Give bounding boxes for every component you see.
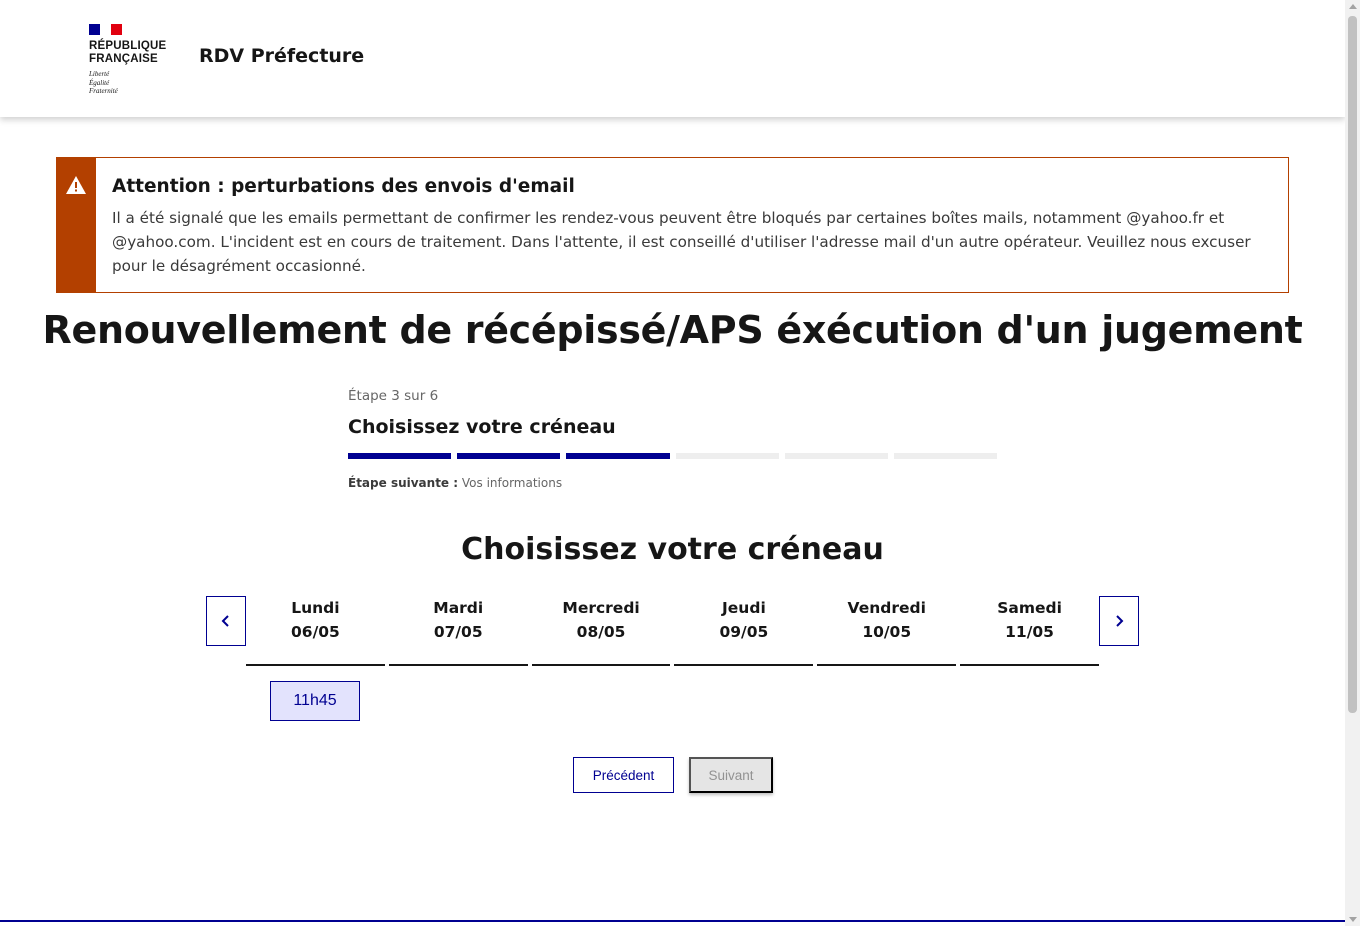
time-slot-button[interactable]: 11h45 — [270, 681, 360, 721]
alert-side-bar — [57, 158, 96, 292]
day-name: Vendredi — [847, 599, 926, 617]
vertical-scrollbar[interactable] — [1345, 0, 1360, 926]
day-column: Mardi 07/05 — [388, 598, 528, 666]
day-date: 07/05 — [433, 623, 483, 641]
site-header: RÉPUBLIQUE FRANÇAISE Liberté Égalité Fra… — [0, 0, 1345, 117]
scrollbar-thumb[interactable] — [1348, 16, 1357, 713]
alert-title: Attention : perturbations des envois d'e… — [112, 176, 575, 197]
day-name: Jeudi — [722, 599, 766, 617]
scroll-down-arrow-icon[interactable] — [1349, 917, 1357, 922]
stepper-progress — [348, 453, 998, 459]
warning-icon — [66, 176, 86, 194]
logo-francaise: FRANÇAISE — [89, 53, 158, 65]
stepper-segment — [675, 453, 779, 459]
alert-text: Il a été signalé que les emails permetta… — [112, 209, 1251, 275]
stepper-next-step: Étape suivante : Vos informations — [348, 476, 998, 490]
scroll-up-arrow-icon[interactable] — [1349, 4, 1357, 9]
day-name: Mercredi — [562, 599, 640, 617]
previous-week-button[interactable] — [206, 596, 246, 646]
stepper-next-label: Étape suivante : — [348, 476, 459, 490]
calendar-days: Lundi 06/05 Mardi 07/05 Mercredi 08/05 J… — [246, 598, 1099, 666]
next-week-button[interactable] — [1099, 596, 1139, 646]
previous-button[interactable]: Précédent — [573, 757, 674, 793]
day-date: 11/05 — [1005, 623, 1054, 641]
stepper-segment — [893, 453, 998, 459]
day-name: Mardi — [433, 599, 484, 617]
day-date: 09/05 — [719, 623, 769, 641]
day-date: 08/05 — [576, 623, 626, 641]
day-column: Jeudi 09/05 — [674, 598, 814, 666]
stepper-state: Étape 3 sur 6 — [348, 388, 439, 404]
stepper-segment — [784, 453, 888, 459]
service-title[interactable]: RDV Préfecture — [199, 45, 364, 67]
devise-fraternite: Fraternité — [89, 87, 118, 95]
day-name: Samedi — [997, 599, 1062, 617]
day-column: Lundi 06/05 — [246, 598, 385, 666]
stepper-segment — [348, 453, 452, 459]
tricolor-flag-icon — [89, 24, 122, 35]
stepper-next-value: Vos informations — [461, 476, 563, 490]
chevron-left-icon — [221, 615, 229, 627]
logo-republique: RÉPUBLIQUE — [89, 40, 167, 52]
logo-devise: Liberté Égalité Fraternité — [89, 70, 179, 96]
day-column: Vendredi 10/05 — [817, 598, 957, 666]
devise-liberte: Liberté — [89, 70, 110, 78]
logo-text: RÉPUBLIQUE FRANÇAISE — [89, 40, 179, 66]
day-column: Mercredi 08/05 — [531, 598, 671, 666]
warning-alert: Attention : perturbations des envois d'e… — [56, 157, 1289, 293]
footer-top-border — [0, 920, 1345, 922]
stepper-segment — [566, 453, 670, 459]
stepper: Étape 3 sur 6 Choisissez votre créneau É… — [348, 388, 998, 490]
day-date: 10/05 — [862, 623, 912, 641]
stepper-segment — [457, 453, 561, 459]
page-title: Renouvellement de récépissé/APS éxécutio… — [42, 308, 1303, 352]
day-column: Samedi 11/05 — [960, 598, 1099, 666]
day-name: Lundi — [291, 599, 340, 617]
calendar-title: Choisissez votre créneau — [461, 532, 884, 567]
devise-egalite: Égalité — [89, 78, 110, 87]
chevron-right-icon — [1116, 615, 1124, 627]
day-date: 06/05 — [291, 623, 340, 641]
republique-francaise-logo[interactable]: RÉPUBLIQUE FRANÇAISE Liberté Égalité Fra… — [89, 24, 179, 96]
next-button[interactable]: Suivant — [689, 757, 773, 793]
stepper-title: Choisissez votre créneau — [348, 416, 616, 438]
